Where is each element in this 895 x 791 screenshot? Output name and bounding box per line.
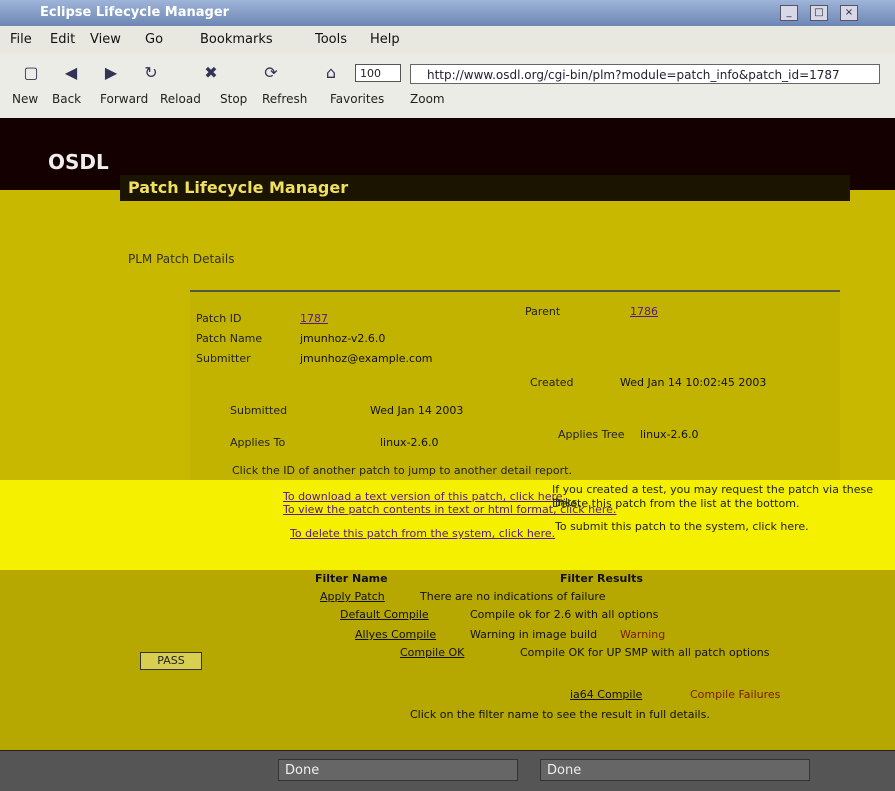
menu-go[interactable]: Go — [145, 32, 163, 47]
tb-label-back: Back — [52, 92, 82, 106]
tb-label-new: New — [12, 92, 39, 106]
window-title: Eclipse Lifecycle Manager — [40, 5, 230, 20]
menu-file[interactable]: File — [10, 32, 32, 47]
close-icon[interactable]: × — [840, 5, 858, 21]
url-bar[interactable]: http://www.osdl.org/cgi-bin/plm?module=p… — [410, 64, 880, 84]
value-submitted: Wed Jan 14 2003 — [370, 404, 464, 417]
menu-bar: File Edit View Go Bookmarks Tools Help — [0, 26, 895, 55]
stop-icon[interactable]: ✖ — [200, 62, 222, 84]
action-delete[interactable]: To delete this patch from the system, cl… — [290, 527, 555, 540]
value-patch-id[interactable]: 1787 — [300, 312, 328, 325]
minimize-icon[interactable]: _ — [780, 5, 798, 21]
action-download[interactable]: To download a text version of this patch… — [283, 490, 566, 503]
menu-tools[interactable]: Tools — [315, 32, 347, 47]
tb-label-refresh: Refresh — [262, 92, 308, 106]
label-submitted: Submitted — [230, 404, 288, 417]
filter-row-status: Warning — [620, 628, 666, 641]
page-subheading: PLM Patch Details — [128, 252, 235, 266]
right-action-submit: To submit this patch to the system, clic… — [555, 520, 809, 533]
filter-row-result: Warning in image build — [470, 628, 598, 641]
filter-row-name[interactable]: Apply Patch — [320, 590, 385, 603]
new-icon[interactable]: ▢ — [20, 62, 42, 84]
filter-header-result: Filter Results — [560, 572, 643, 585]
tb-label-reload: Reload — [160, 92, 201, 106]
menu-bookmarks[interactable]: Bookmarks — [200, 32, 273, 47]
status-left: Done — [278, 759, 518, 781]
filter-row-result: Compile ok for 2.6 with all options — [470, 608, 659, 621]
label-created: Created — [530, 376, 574, 389]
label-patch-id: Patch ID — [196, 312, 242, 325]
menu-edit[interactable]: Edit — [50, 32, 75, 47]
filter-row-result: Compile Failures — [690, 688, 781, 701]
home-icon[interactable]: ⌂ — [320, 62, 342, 84]
label-parent: Parent — [525, 305, 561, 318]
refresh-icon[interactable]: ⟳ — [260, 62, 282, 84]
menu-view[interactable]: View — [90, 32, 121, 47]
label-applies-tree: Applies Tree — [558, 428, 625, 441]
label-applies-to: Applies To — [230, 436, 286, 449]
value-created: Wed Jan 14 10:02:45 2003 — [620, 376, 767, 389]
filter-header-name: Filter Name — [315, 572, 388, 585]
tb-label-forward: Forward — [100, 92, 149, 106]
label-submitter: Submitter — [196, 352, 251, 365]
maximize-icon[interactable]: □ — [810, 5, 828, 21]
tb-label-favorites: Favorites — [330, 92, 385, 106]
forward-icon[interactable]: ▶ — [100, 62, 122, 84]
back-icon[interactable]: ◀ — [60, 62, 82, 84]
window-titlebar: Eclipse Lifecycle Manager _ □ × — [0, 0, 895, 27]
filter-row-result: Compile OK for UP SMP with all patch opt… — [520, 646, 770, 659]
status-right: Done — [540, 759, 810, 781]
status-badge: PASS — [140, 652, 202, 670]
site-logo: OSDL — [48, 150, 109, 174]
zoom-field[interactable]: 100 — [355, 64, 401, 82]
value-patch-name: jmunhoz-v2.6.0 — [300, 332, 386, 345]
action-jump: Click the ID of another patch to jump to… — [232, 464, 572, 477]
filter-row-name[interactable]: Default Compile — [340, 608, 429, 621]
value-applies-to: linux-2.6.0 — [380, 436, 439, 449]
filter-row-name[interactable]: ia64 Compile — [570, 688, 642, 701]
filter-row-result: There are no indications of failure — [420, 590, 606, 603]
right-action-delete: Delete this patch from the list at the b… — [552, 497, 800, 510]
filter-row-name[interactable]: Allyes Compile — [355, 628, 436, 641]
page-heading: Patch Lifecycle Manager — [120, 175, 850, 201]
tb-label-stop: Stop — [220, 92, 248, 106]
label-patch-name: Patch Name — [196, 332, 263, 345]
value-parent[interactable]: 1786 — [630, 305, 658, 318]
toolbar: ▢ ◀ ▶ ↻ ✖ ⟳ ⌂ 100 http://www.osdl.org/cg… — [0, 54, 895, 119]
reload-icon[interactable]: ↻ — [140, 62, 162, 84]
tb-label-zoom: Zoom — [410, 92, 445, 106]
value-applies-tree: linux-2.6.0 — [640, 428, 699, 441]
menu-help[interactable]: Help — [370, 32, 400, 47]
value-submitter: jmunhoz@example.com — [300, 352, 433, 365]
status-bar: Done Done — [0, 750, 895, 791]
filter-row-name[interactable]: Compile OK — [400, 646, 464, 659]
filter-footer: Click on the filter name to see the resu… — [410, 708, 710, 721]
